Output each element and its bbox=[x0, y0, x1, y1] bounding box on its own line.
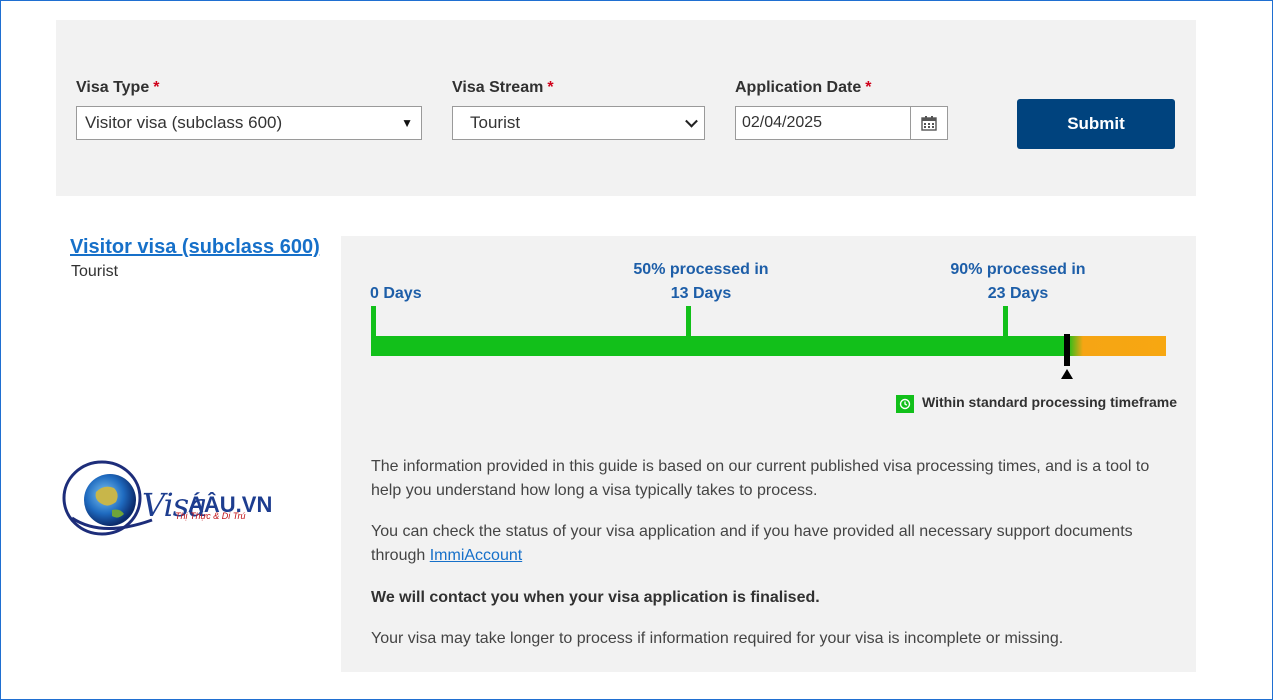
within-timeframe-bar bbox=[371, 336, 1067, 356]
application-date-value: 02/04/2025 bbox=[742, 114, 823, 131]
beyond-timeframe-bar bbox=[1067, 336, 1166, 356]
immiaccount-link[interactable]: ImmiAccount bbox=[430, 547, 522, 564]
visa-title-link[interactable]: Visitor visa (subclass 600) bbox=[70, 236, 320, 259]
calendar-icon bbox=[921, 116, 937, 131]
legend-label: Within standard processing timeframe bbox=[922, 394, 1178, 410]
info-paragraph-1: The information provided in this guide i… bbox=[371, 458, 1150, 499]
calendar-button[interactable] bbox=[910, 106, 948, 140]
processing-timeline-panel: 0 Days 50% processed in 13 Days 90% proc… bbox=[341, 236, 1196, 672]
start-milestone-label: 0 Days bbox=[370, 285, 422, 302]
start-tick bbox=[371, 306, 376, 338]
chevron-down-icon bbox=[685, 114, 698, 128]
visa-search-form: Visa Type * Visitor visa (subclass 600) ▼… bbox=[56, 20, 1196, 196]
visa-stream-text: Tourist bbox=[71, 263, 119, 280]
info-paragraph-2: You can check the status of your visa ap… bbox=[371, 523, 1133, 564]
submit-button[interactable]: Submit bbox=[1017, 99, 1175, 149]
current-date-marker bbox=[1064, 334, 1070, 366]
clock-icon bbox=[896, 395, 914, 413]
visa-type-value: Visitor visa (subclass 600) bbox=[85, 113, 283, 132]
caret-down-icon: ▼ bbox=[401, 116, 413, 130]
p90-tick bbox=[1003, 306, 1008, 338]
p50-milestone-label: 50% processed in 13 Days bbox=[633, 261, 769, 302]
visa-type-label: Visa Type * bbox=[76, 79, 160, 96]
application-date-label: Application Date * bbox=[735, 79, 872, 96]
info-paragraph-3: We will contact you when your visa appli… bbox=[371, 589, 820, 606]
visa-type-select[interactable]: Visitor visa (subclass 600) ▼ bbox=[76, 106, 422, 140]
visa-stream-select[interactable]: Tourist bbox=[452, 106, 705, 140]
info-paragraph-4: Your visa may take longer to process if … bbox=[371, 630, 1064, 647]
visa-stream-value: Tourist bbox=[470, 113, 521, 132]
visa-stream-label: Visa Stream * bbox=[452, 79, 554, 96]
marker-arrow-icon bbox=[1061, 369, 1073, 379]
visaaau-logo: Visa ÁÂU.VN Thị Thực & Di Trú bbox=[62, 458, 282, 542]
logo-tagline: Thị Thực & Di Trú bbox=[175, 511, 246, 521]
p90-milestone-label: 90% processed in 23 Days bbox=[950, 261, 1086, 302]
p50-tick bbox=[686, 306, 691, 338]
application-date-input[interactable]: 02/04/2025 bbox=[735, 106, 911, 140]
